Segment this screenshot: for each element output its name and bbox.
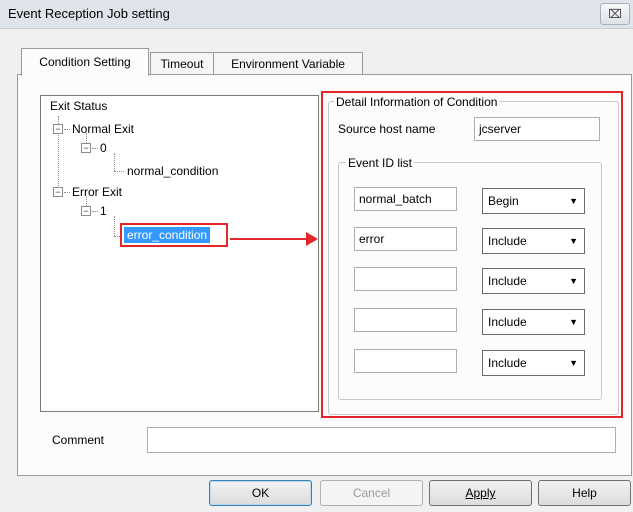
apply-button[interactable]: Apply: [429, 480, 532, 506]
event-mode-select[interactable]: Begin ▼: [482, 188, 585, 214]
tree-connector: [114, 171, 124, 172]
event-mode-select[interactable]: Include ▼: [482, 309, 585, 335]
tree-guide-line: [86, 133, 87, 143]
event-mode-select[interactable]: Include ▼: [482, 268, 585, 294]
chevron-down-icon: ▼: [569, 358, 578, 368]
collapse-icon[interactable]: −: [81, 143, 91, 153]
event-id-input[interactable]: error: [354, 227, 457, 251]
event-mode-value: Begin: [488, 194, 519, 208]
comment-input[interactable]: [147, 427, 616, 453]
comment-label: Comment: [52, 433, 105, 447]
event-id-input[interactable]: normal_batch: [354, 187, 457, 211]
title-bar: Event Reception Job setting ⌧: [0, 0, 633, 29]
highlight-frame-selected-node: [120, 223, 228, 247]
arrow-right-icon: [306, 232, 318, 246]
help-button[interactable]: Help: [538, 480, 631, 506]
tree-connector: [92, 148, 98, 149]
tab-environment-variable[interactable]: Environment Variable: [213, 52, 363, 75]
tree-node-normal-exit[interactable]: Normal Exit: [72, 122, 134, 136]
tree-connector: [64, 129, 70, 130]
event-id-input[interactable]: [354, 308, 457, 332]
event-id-input[interactable]: [354, 349, 457, 373]
tab-condition-setting[interactable]: Condition Setting: [21, 48, 149, 76]
chevron-down-icon: ▼: [569, 236, 578, 246]
detail-group-title: Detail Information of Condition: [334, 95, 500, 109]
chevron-down-icon: ▼: [569, 196, 578, 206]
source-host-input[interactable]: jcserver: [474, 117, 600, 141]
event-mode-value: Include: [488, 356, 527, 370]
tree-root-label: Exit Status: [50, 99, 108, 113]
event-mode-value: Include: [488, 234, 527, 248]
apply-button-label: Apply: [465, 486, 496, 500]
tree-node-error-code[interactable]: 1: [100, 204, 107, 218]
source-host-label: Source host name: [338, 122, 436, 136]
close-button[interactable]: ⌧: [600, 3, 630, 25]
tree-node-normal-code[interactable]: 0: [100, 141, 107, 155]
ok-button[interactable]: OK: [209, 480, 312, 506]
event-id-input[interactable]: [354, 267, 457, 291]
event-mode-value: Include: [488, 315, 527, 329]
event-mode-select[interactable]: Include ▼: [482, 228, 585, 254]
tree-node-error-exit[interactable]: Error Exit: [72, 185, 122, 199]
arrow-line: [230, 238, 308, 240]
cancel-button[interactable]: Cancel: [320, 480, 423, 506]
event-mode-value: Include: [488, 274, 527, 288]
tree-guide-line: [114, 216, 115, 236]
event-id-group-title: Event ID list: [346, 156, 415, 170]
tree-connector: [92, 211, 98, 212]
collapse-icon[interactable]: −: [53, 187, 63, 197]
tree-guide-line: [86, 197, 87, 206]
chevron-down-icon: ▼: [569, 276, 578, 286]
tab-timeout[interactable]: Timeout: [150, 52, 214, 75]
collapse-icon[interactable]: −: [81, 206, 91, 216]
window-title: Event Reception Job setting: [8, 6, 170, 21]
event-mode-select[interactable]: Include ▼: [482, 350, 585, 376]
tree-node-normal-condition[interactable]: normal_condition: [127, 164, 218, 178]
chevron-down-icon: ▼: [569, 317, 578, 327]
collapse-icon[interactable]: −: [53, 124, 63, 134]
tree-guide-line: [114, 153, 115, 171]
tree-connector: [64, 192, 70, 193]
